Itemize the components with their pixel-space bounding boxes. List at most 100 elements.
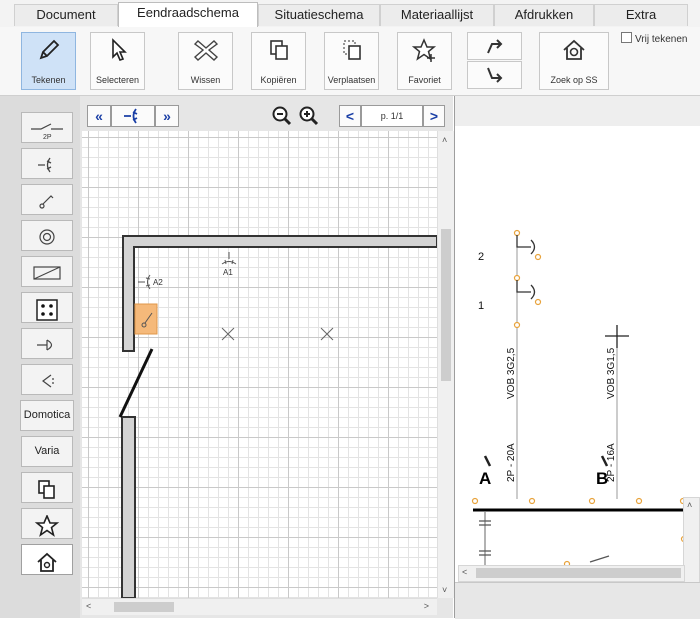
horizontal-scroll-thumb[interactable] bbox=[114, 602, 174, 612]
socket-a1-icon[interactable] bbox=[221, 252, 237, 265]
selected-switch-highlight[interactable] bbox=[134, 303, 158, 335]
breaker-a-icon bbox=[483, 455, 492, 467]
plug-icon bbox=[37, 339, 53, 351]
tab-extra[interactable]: Extra bbox=[594, 4, 688, 26]
move-button-label: Verplaatsen bbox=[327, 75, 376, 85]
star-plus-icon bbox=[411, 38, 436, 62]
zoom-in-icon[interactable] bbox=[298, 105, 320, 127]
tab-document[interactable]: Document bbox=[14, 4, 118, 26]
previous-page-button[interactable]: < bbox=[339, 105, 361, 127]
sidebar-item-component[interactable] bbox=[21, 256, 73, 287]
circuit-letter-b: B bbox=[596, 469, 608, 488]
scroll-right-icon[interactable]: > bbox=[424, 601, 429, 611]
door-icon bbox=[118, 348, 154, 418]
connector-dot bbox=[513, 229, 521, 237]
scroll-left-icon[interactable]: < bbox=[86, 601, 91, 611]
switch-icon bbox=[39, 195, 54, 209]
rectangle-component-icon bbox=[33, 266, 61, 280]
tab-afdrukken[interactable]: Afdrukken bbox=[494, 4, 594, 26]
delete-button-label: Wissen bbox=[190, 75, 221, 85]
canvas-horizontal-scrollbar[interactable]: < > bbox=[82, 598, 437, 615]
floorplan-drawing: A2 A1 bbox=[118, 235, 437, 598]
tab-materiaallijst[interactable]: Materiaallijst bbox=[380, 4, 494, 26]
sidebar-item-copy[interactable] bbox=[21, 472, 73, 503]
triangle-speaker-icon bbox=[42, 374, 54, 388]
sidebar-item-home[interactable] bbox=[21, 544, 73, 575]
diagram-horizontal-scrollbar[interactable]: < bbox=[458, 565, 685, 582]
circuit-letter-a: A bbox=[479, 469, 491, 488]
move-icon bbox=[342, 40, 361, 60]
copy-icon bbox=[38, 480, 55, 499]
double-pole-label: 2P bbox=[43, 134, 52, 141]
tab-situatieschema[interactable]: Situatieschema bbox=[258, 4, 380, 26]
next-symbol-button[interactable]: » bbox=[155, 105, 179, 127]
socket-icon bbox=[38, 157, 52, 173]
canvas-vertical-scrollbar[interactable]: ˄ ˅ bbox=[437, 131, 454, 598]
select-button[interactable]: Selecteren bbox=[90, 32, 145, 90]
search-on-situation-button[interactable]: Zoek op SS bbox=[539, 32, 609, 90]
marker-cross-icon bbox=[320, 327, 334, 341]
scroll-down-icon[interactable]: ˅ bbox=[442, 585, 447, 595]
pencil-icon bbox=[39, 39, 59, 60]
socket-a2-label: A2 bbox=[153, 278, 163, 287]
sidebar-item-lamp[interactable] bbox=[21, 220, 73, 251]
cable-label-a: VOB 3G2,5 bbox=[506, 347, 517, 399]
diagram-vertical-scrollbar[interactable]: ˄ bbox=[683, 497, 700, 584]
sidebar-item-socket[interactable] bbox=[21, 148, 73, 179]
cursor-icon bbox=[111, 38, 127, 61]
redo-button[interactable] bbox=[467, 32, 522, 60]
ribbon-toolbar: Tekenen Selecteren Wissen Kopiëren Verpl… bbox=[0, 27, 700, 96]
socket-icon bbox=[124, 108, 138, 124]
sidebar-item-switch[interactable] bbox=[21, 184, 73, 215]
favorite-button-label: Favoriet bbox=[408, 75, 441, 85]
house-icon bbox=[37, 552, 57, 572]
circuit-number-2: 2 bbox=[478, 251, 484, 263]
prev-symbol-button[interactable]: « bbox=[87, 105, 111, 127]
tab-bar: Document Eendraadschema Situatieschema M… bbox=[0, 0, 700, 28]
draw-button-label: Tekenen bbox=[31, 75, 66, 85]
diagram-footer-bar bbox=[455, 582, 700, 619]
breaker-label-a: 2P - 20A bbox=[506, 443, 517, 482]
sidebar-item-varia[interactable]: Varia bbox=[21, 436, 73, 467]
free-draw-checkbox[interactable]: Vrij tekenen bbox=[621, 32, 687, 45]
undo-icon bbox=[486, 67, 502, 83]
copy-icon bbox=[269, 40, 288, 60]
diagram-horizontal-thumb[interactable] bbox=[476, 568, 681, 578]
floorplan-grid[interactable]: A2 A1 bbox=[82, 131, 437, 598]
free-draw-label: Vrij tekenen bbox=[635, 34, 688, 45]
checkbox-box[interactable] bbox=[621, 32, 632, 43]
wall-top bbox=[122, 235, 437, 352]
cable-label-b: VOB 3G1,5 bbox=[606, 347, 617, 399]
lamp-ring-icon bbox=[39, 229, 55, 245]
sidebar-item-plug[interactable] bbox=[21, 328, 73, 359]
scroll-left-icon[interactable]: < bbox=[462, 567, 467, 577]
cross-delete-icon bbox=[193, 40, 218, 61]
crosshair-cursor-icon bbox=[605, 325, 629, 348]
select-button-label: Selecteren bbox=[95, 75, 140, 85]
favorite-button[interactable]: Favoriet bbox=[397, 32, 452, 90]
undo-button[interactable] bbox=[467, 61, 522, 89]
next-page-button[interactable]: > bbox=[423, 105, 445, 127]
draw-button[interactable]: Tekenen bbox=[21, 32, 76, 90]
copy-button[interactable]: Kopiëren bbox=[251, 32, 306, 90]
sidebar-item-domotica[interactable]: Domotica bbox=[20, 400, 74, 431]
sidebar-item-box[interactable] bbox=[21, 292, 73, 323]
star-icon bbox=[34, 515, 60, 537]
symbol-panel: 2P Domotica Varia bbox=[0, 96, 81, 618]
tab-eendraadschema[interactable]: Eendraadschema bbox=[118, 2, 258, 28]
delete-button[interactable]: Wissen bbox=[178, 32, 233, 90]
house-search-icon bbox=[563, 39, 585, 60]
move-button[interactable]: Verplaatsen bbox=[324, 32, 379, 90]
copy-button-label: Kopiëren bbox=[260, 75, 297, 85]
scroll-up-icon[interactable]: ˄ bbox=[442, 135, 447, 145]
dots-box-icon bbox=[36, 299, 58, 321]
sidebar-item-double-pole[interactable]: 2P bbox=[21, 112, 73, 143]
sidebar-item-speaker[interactable] bbox=[21, 364, 73, 395]
vertical-scroll-thumb[interactable] bbox=[441, 229, 451, 381]
page-indicator: p. 1/1 bbox=[361, 105, 423, 127]
current-symbol-button[interactable] bbox=[111, 105, 155, 127]
scroll-up-icon[interactable]: ˄ bbox=[687, 500, 692, 510]
socket-a2-icon[interactable] bbox=[138, 274, 151, 290]
sidebar-item-favorites[interactable] bbox=[21, 508, 73, 539]
zoom-out-icon[interactable] bbox=[271, 105, 293, 127]
